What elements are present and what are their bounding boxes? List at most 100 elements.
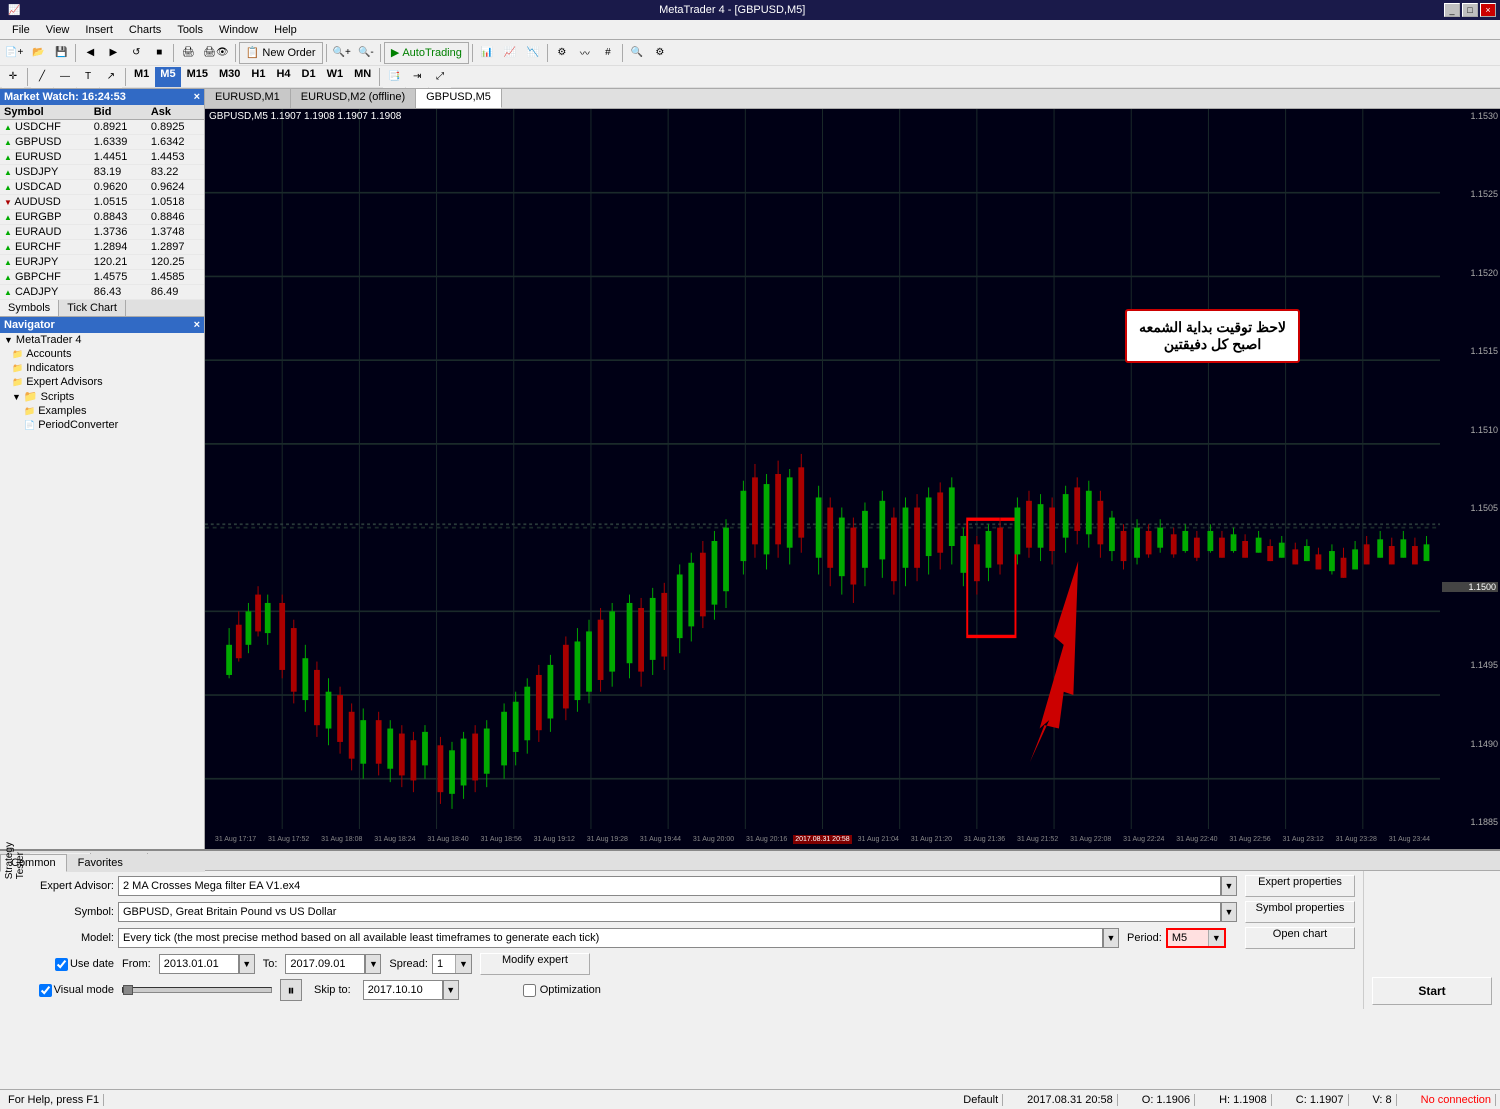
nav-item-metatrader4[interactable]: ▼ MetaTrader 4 [0, 333, 204, 347]
nav-item-examples[interactable]: 📁 Examples [0, 404, 204, 418]
open-btn[interactable]: 📂 [27, 42, 49, 64]
symbol-dropdown-btn[interactable]: ▼ [1221, 902, 1237, 922]
refresh-btn[interactable]: ↺ [125, 42, 147, 64]
market-watch-row[interactable]: ▲ CADJPY 86.43 86.49 [0, 285, 204, 300]
menu-charts[interactable]: Charts [121, 22, 169, 38]
symbol-input[interactable]: GBPUSD, Great Britain Pound vs US Dollar [118, 902, 1221, 922]
autoscroll-btn[interactable]: ⤢ [429, 66, 451, 88]
market-watch-row[interactable]: ▲ USDCAD 0.9620 0.9624 [0, 180, 204, 195]
menu-file[interactable]: File [4, 22, 38, 38]
grid-btn[interactable]: # [597, 42, 619, 64]
spread-input[interactable]: 1 ▼ [432, 954, 472, 974]
skip-to-btn[interactable]: ▼ [443, 980, 459, 1000]
start-button[interactable]: Start [1372, 977, 1492, 1005]
speed-slider[interactable] [122, 987, 272, 993]
period-mn[interactable]: MN [349, 67, 376, 87]
tab-symbols[interactable]: Symbols [0, 300, 59, 316]
period-input[interactable]: M5 ▼ [1166, 928, 1226, 948]
line-tool[interactable]: ╱ [31, 66, 53, 88]
chart-shift-btn[interactable]: ⇥ [406, 66, 428, 88]
print-btn[interactable]: 🖨 [177, 42, 199, 64]
market-watch-row[interactable]: ▼ AUDUSD 1.0515 1.0518 [0, 195, 204, 210]
market-watch-row[interactable]: ▲ USDCHF 0.8921 0.8925 [0, 120, 204, 135]
pause-btn[interactable]: ⏸ [280, 979, 302, 1001]
nav-item-experts[interactable]: 📁 Expert Advisors [0, 375, 204, 389]
menu-window[interactable]: Window [211, 22, 266, 38]
spread-dropdown-btn[interactable]: ▼ [455, 955, 471, 973]
to-date-input[interactable]: 2017.09.01 [285, 954, 365, 974]
period-d1[interactable]: D1 [297, 67, 321, 87]
new-btn[interactable]: 📄+ [2, 42, 26, 64]
modify-expert-btn[interactable]: Modify expert [480, 953, 590, 975]
navigator-close[interactable]: × [194, 319, 200, 331]
period-h4[interactable]: H4 [271, 67, 295, 87]
menu-view[interactable]: View [38, 22, 78, 38]
expert-properties-btn[interactable]: Expert properties [1245, 875, 1355, 897]
market-watch-row[interactable]: ▲ GBPUSD 1.6339 1.6342 [0, 135, 204, 150]
search-btn[interactable]: 🔍 [626, 42, 648, 64]
visual-mode-checkbox[interactable] [39, 984, 52, 997]
period-m5[interactable]: M5 [155, 67, 180, 87]
market-watch-row[interactable]: ▲ USDJPY 83.19 83.22 [0, 165, 204, 180]
optimization-checkbox[interactable] [523, 984, 536, 997]
market-watch-row[interactable]: ▲ EURUSD 1.4451 1.4453 [0, 150, 204, 165]
menu-tools[interactable]: Tools [169, 22, 211, 38]
period-dropdown-btn[interactable]: ▼ [1208, 930, 1224, 946]
autotrading-btn[interactable]: ▶ AutoTrading [384, 42, 469, 64]
minimize-button[interactable]: _ [1444, 3, 1460, 17]
model-dropdown-btn[interactable]: ▼ [1103, 928, 1119, 948]
market-watch-row[interactable]: ▲ EURAUD 1.3736 1.3748 [0, 225, 204, 240]
market-watch-row[interactable]: ▲ EURGBP 0.8843 0.8846 [0, 210, 204, 225]
market-watch-row[interactable]: ▲ EURJPY 120.21 120.25 [0, 255, 204, 270]
stop-btn[interactable]: ■ [148, 42, 170, 64]
period-m1[interactable]: M1 [129, 67, 154, 87]
model-input[interactable]: Every tick (the most precise method base… [118, 928, 1103, 948]
symbol-properties-btn[interactable]: Symbol properties [1245, 901, 1355, 923]
from-date-input[interactable]: 2013.01.01 [159, 954, 239, 974]
tab-tick-chart[interactable]: Tick Chart [59, 300, 126, 316]
market-watch-close[interactable]: × [194, 91, 200, 103]
arrow-tool[interactable]: ↗ [100, 66, 122, 88]
nav-item-accounts[interactable]: 📁 Accounts [0, 347, 204, 361]
chart-tab-eurusd-m2[interactable]: EURUSD,M2 (offline) [291, 89, 416, 108]
nav-item-indicators[interactable]: 📁 Indicators [0, 361, 204, 375]
fwd-btn[interactable]: ▶ [102, 42, 124, 64]
hline-tool[interactable]: — [54, 66, 76, 88]
ea-input[interactable]: 2 MA Crosses Mega filter EA V1.ex4 [118, 876, 1221, 896]
close-button[interactable]: × [1480, 3, 1496, 17]
to-date-btn[interactable]: ▼ [365, 954, 381, 974]
market-watch-row[interactable]: ▲ EURCHF 1.2894 1.2897 [0, 240, 204, 255]
market-watch-row[interactable]: ▲ GBPCHF 1.4575 1.4585 [0, 270, 204, 285]
chart-type-btn2[interactable]: 📈 [499, 42, 521, 64]
ea-dropdown-btn[interactable]: ▼ [1221, 876, 1237, 896]
from-date-btn[interactable]: ▼ [239, 954, 255, 974]
menu-help[interactable]: Help [266, 22, 305, 38]
nav-item-period-converter[interactable]: 📄 PeriodConverter [0, 418, 204, 432]
period-m15[interactable]: M15 [182, 67, 213, 87]
maximize-button[interactable]: □ [1462, 3, 1478, 17]
save-btn[interactable]: 💾 [50, 42, 72, 64]
new-order-btn[interactable]: 📋 New Order [239, 42, 323, 64]
back-btn[interactable]: ◀ [79, 42, 101, 64]
use-date-checkbox[interactable] [55, 958, 68, 971]
template-btn[interactable]: 📑 [383, 66, 405, 88]
open-chart-btn[interactable]: Open chart [1245, 927, 1355, 949]
chart-type-btn1[interactable]: 📊 [476, 42, 498, 64]
zoom-out-btn[interactable]: 🔍- [355, 42, 377, 64]
print-preview-btn[interactable]: 🖨👁 [200, 42, 231, 64]
oscillator-btn[interactable]: 〰 [574, 42, 596, 64]
period-m30[interactable]: M30 [214, 67, 245, 87]
indicators-btn[interactable]: ⚙ [551, 42, 573, 64]
chart-tab-gbpusd-m5[interactable]: GBPUSD,M5 [416, 89, 502, 108]
skip-to-input[interactable]: 2017.10.10 [363, 980, 443, 1000]
settings-btn[interactable]: ⚙ [649, 42, 671, 64]
chart-tab-eurusd-m1[interactable]: EURUSD,M1 [205, 89, 291, 108]
period-h1[interactable]: H1 [246, 67, 270, 87]
text-tool[interactable]: T [77, 66, 99, 88]
zoom-in-btn[interactable]: 🔍+ [330, 42, 354, 64]
nav-item-scripts[interactable]: ▼ 📁 Scripts [0, 389, 204, 404]
period-w1[interactable]: W1 [322, 67, 349, 87]
menu-insert[interactable]: Insert [77, 22, 121, 38]
crosshair-btn[interactable]: ✛ [2, 66, 24, 88]
chart-type-btn3[interactable]: 📉 [522, 42, 544, 64]
